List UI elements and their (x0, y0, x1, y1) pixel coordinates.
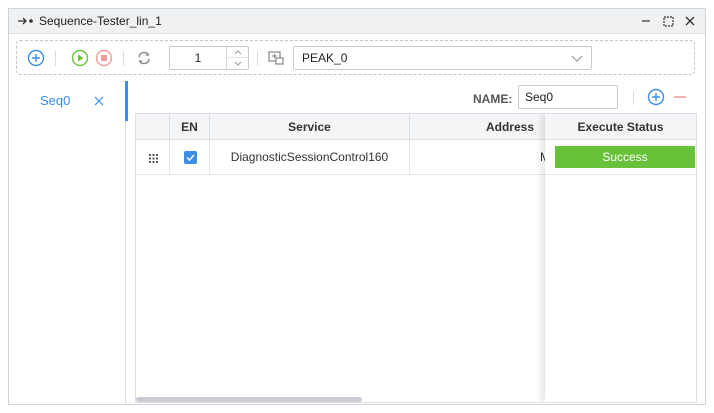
minimize-icon (642, 20, 650, 22)
horizontal-scrollbar[interactable] (136, 397, 362, 402)
frozen-status-column: Execute Status Success (545, 114, 696, 402)
toolbar-divider (123, 51, 124, 66)
sequence-editor: NAME: Seq0 EN Service Address Diagnostic… (127, 81, 705, 405)
sequence-icon (18, 17, 33, 25)
sequence-sidebar: Seq0 (9, 81, 128, 405)
device-icon (268, 51, 284, 65)
toolbar-divider (257, 51, 258, 66)
status-cell: Success (545, 140, 696, 175)
sequence-name-input[interactable]: Seq0 (518, 85, 618, 109)
plus-circle-icon[interactable] (27, 49, 45, 67)
increment-button[interactable] (227, 47, 248, 58)
maximize-button[interactable] (659, 12, 677, 30)
drag-handle-icon[interactable] (149, 154, 158, 163)
play-circle-icon[interactable] (71, 49, 89, 67)
close-icon[interactable] (93, 93, 105, 107)
loop-count-value[interactable]: 1 (170, 47, 226, 69)
toolbar: 1 PEAK_0 (16, 40, 695, 75)
chevron-up-icon (234, 49, 241, 54)
name-label: NAME: (473, 92, 513, 106)
enable-cell (170, 140, 210, 175)
decrement-button[interactable] (227, 58, 248, 69)
enable-checkbox[interactable] (184, 151, 197, 164)
column-header-en[interactable]: EN (170, 114, 210, 140)
tab-label: Seq0 (40, 93, 71, 108)
device-select-value: PEAK_0 (302, 51, 348, 65)
minus-icon[interactable] (671, 88, 689, 106)
plus-circle-icon[interactable] (647, 88, 665, 106)
column-header-service[interactable]: Service (210, 114, 410, 140)
window-title: Sequence-Tester_lin_1 (39, 14, 162, 28)
tab-seq0[interactable]: Seq0 (9, 81, 128, 121)
column-header-handle (136, 114, 170, 140)
close-window-button[interactable] (681, 12, 699, 30)
device-select[interactable]: PEAK_0 (293, 46, 592, 70)
status-badge: Success (555, 146, 695, 168)
toolbar-divider (633, 91, 634, 105)
sequence-tester-window: Sequence-Tester_lin_1 1 PEAK_0 Seq0 NAME… (8, 8, 706, 405)
chevron-down-icon (234, 61, 241, 66)
toolbar-divider (55, 51, 56, 66)
drag-cell[interactable] (136, 140, 170, 175)
maximize-icon (662, 15, 674, 27)
repeat-icon[interactable] (135, 49, 153, 67)
loop-count-stepper[interactable]: 1 (169, 46, 249, 70)
column-header-execute-status[interactable]: Execute Status (545, 114, 696, 140)
service-cell: DiagnosticSessionControl160 (210, 140, 410, 175)
service-table: EN Service Address DiagnosticSessionCont… (135, 113, 697, 403)
title-bar[interactable]: Sequence-Tester_lin_1 (9, 9, 705, 34)
chevron-down-icon (571, 55, 583, 62)
stepper-arrows (226, 47, 248, 69)
close-icon (685, 16, 695, 26)
stop-circle-icon[interactable] (95, 49, 113, 67)
minimize-button[interactable] (637, 12, 655, 30)
